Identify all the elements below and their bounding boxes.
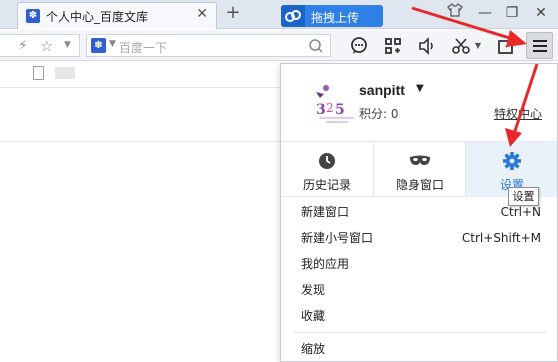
star-icon[interactable]: ☆	[40, 37, 53, 55]
menu-item-discover[interactable]: 发现	[281, 277, 557, 303]
tab-title: 个人中心_百度文库	[46, 10, 149, 24]
new-tab-button[interactable]: +	[222, 3, 244, 25]
document-icon[interactable]	[33, 66, 44, 80]
menu-item-zoom[interactable]: 缩放	[281, 336, 557, 362]
search-placeholder: 百度一下	[119, 41, 168, 55]
svg-text:2: 2	[326, 101, 334, 115]
menu-item-label: 发现	[301, 283, 326, 297]
volume-icon[interactable]	[414, 33, 440, 58]
tab-close-icon[interactable]: ✕	[196, 6, 208, 22]
menu-item-label: 新建小号窗口	[301, 231, 374, 245]
menu-item-my-apps[interactable]: 我的应用	[281, 251, 557, 277]
main-menu-panel: 3 2 5 sanpitt ▼ 积分: 0 特权中心 历史记录 隐身窗口 设置 …	[280, 63, 558, 362]
main-menu-button[interactable]	[526, 32, 553, 59]
drag-upload-label: 拖拽上传	[311, 11, 360, 25]
menu-item-label: 缩放	[301, 342, 326, 356]
menu-divider	[293, 332, 547, 333]
search-icon[interactable]	[308, 36, 324, 60]
gear-icon	[501, 151, 523, 171]
menu-item-label: 收藏	[301, 309, 326, 323]
close-window-button[interactable]: ✕	[526, 2, 556, 24]
shirt-icon[interactable]	[440, 2, 470, 24]
baidu-paw-icon[interactable]: ✽	[91, 38, 106, 53]
address-bar[interactable]: ⚡ ☆ ▼	[0, 34, 80, 57]
chevron-down-icon[interactable]: ▼	[109, 39, 116, 49]
menu-list: 新建窗口 Ctrl+N 新建小号窗口 Ctrl+Shift+M 我的应用 发现 …	[281, 199, 557, 362]
navigation-toolbar: ⚡ ☆ ▼ ✽ ▼ 百度一下 ▼	[0, 30, 558, 61]
chevron-down-icon[interactable]: ▼	[64, 40, 71, 50]
svg-text:3: 3	[316, 102, 326, 118]
chat-icon[interactable]	[346, 33, 372, 58]
incognito-window-label: 隐身窗口	[395, 178, 444, 192]
baidu-paw-icon: ✽	[26, 9, 40, 23]
svg-text:5: 5	[335, 102, 345, 118]
chevron-down-icon[interactable]: ▼	[472, 33, 484, 58]
menu-item-new-alt-account-window[interactable]: 新建小号窗口 Ctrl+Shift+M	[281, 225, 557, 251]
privilege-center-link[interactable]: 特权中心	[494, 105, 542, 122]
minimize-button[interactable]: —	[470, 2, 500, 24]
points-label: 积分: 0	[359, 107, 399, 121]
apps-icon[interactable]	[380, 33, 406, 58]
scissors-icon[interactable]	[448, 33, 474, 58]
username[interactable]: sanpitt	[359, 82, 405, 98]
menu-item-shortcut: Ctrl+Shift+M	[461, 231, 541, 245]
tab-baidu-wenku[interactable]: ✽ 个人中心_百度文库 ✕	[17, 2, 217, 29]
mask-icon	[409, 151, 431, 171]
page-divider	[0, 141, 280, 142]
lightning-icon[interactable]: ⚡	[18, 38, 28, 54]
cloud-icon	[281, 5, 305, 27]
history-label: 历史记录	[302, 178, 351, 192]
tab-strip: ✽ 个人中心_百度文库 ✕ + 拖拽上传 — ❐ ✕	[0, 0, 558, 29]
chevron-down-icon[interactable]: ▼	[416, 83, 424, 94]
menu-item-label: 我的应用	[301, 257, 350, 271]
history-button[interactable]: 历史记录	[281, 142, 373, 197]
drag-upload-button[interactable]: 拖拽上传	[281, 5, 383, 27]
settings-tooltip: 设置	[508, 187, 539, 206]
incognito-window-button[interactable]: 隐身窗口	[373, 142, 465, 197]
screenshot-icon[interactable]	[493, 33, 519, 58]
clock-icon	[316, 151, 338, 171]
user-avatar[interactable]: 3 2 5	[310, 80, 364, 128]
restore-button[interactable]: ❐	[497, 2, 527, 24]
menu-item-favorites[interactable]: 收藏	[281, 303, 557, 329]
search-box[interactable]: ✽ ▼ 百度一下	[86, 34, 331, 57]
bookmark-item[interactable]	[55, 67, 75, 79]
menu-item-label: 新建窗口	[301, 205, 350, 219]
